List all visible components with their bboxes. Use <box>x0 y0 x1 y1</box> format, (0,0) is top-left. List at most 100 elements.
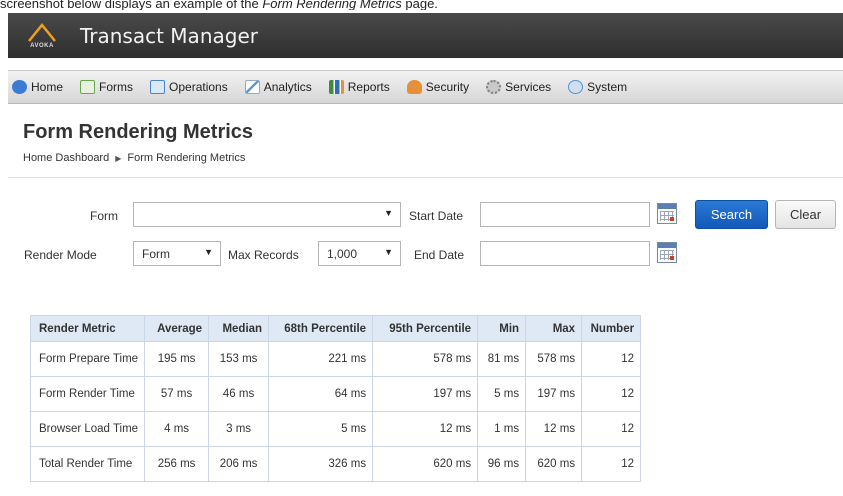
render-mode-value: Form <box>142 246 170 261</box>
table-row: Form Prepare Time 195 ms 153 ms 221 ms 5… <box>29 341 642 377</box>
dropdown-arrow-icon: ▼ <box>384 208 393 218</box>
dropdown-arrow-icon: ▼ <box>384 247 393 257</box>
end-date-label: End Date <box>414 248 465 262</box>
table-cell: 1 ms <box>477 411 527 447</box>
nav-label: Security <box>425 80 470 94</box>
nav-label: System <box>587 80 628 94</box>
operations-icon <box>150 80 166 94</box>
form-label: Form <box>90 209 118 223</box>
nav-item-services[interactable]: Services <box>486 80 551 94</box>
table-cell: 197 ms <box>372 376 479 412</box>
forms-icon <box>80 80 96 94</box>
nav-item-home[interactable]: Home <box>12 80 63 94</box>
table-cell: 46 ms <box>208 376 270 412</box>
table-cell: 12 ms <box>525 411 583 447</box>
column-header: Min <box>477 315 527 342</box>
table-cell: 578 ms <box>525 341 583 377</box>
end-date-input[interactable] <box>480 241 650 266</box>
document-caption: screenshot below displays an example of … <box>0 0 843 10</box>
home-icon <box>12 80 27 94</box>
nav-label: Operations <box>169 80 228 94</box>
nav-item-analytics[interactable]: Analytics <box>244 80 312 94</box>
table-cell: 12 <box>581 341 642 377</box>
table-cell: 620 ms <box>372 446 479 482</box>
table-row: Browser Load Time 4 ms 3 ms 5 ms 12 ms 1… <box>29 411 642 447</box>
nav-label: Home <box>31 80 64 94</box>
nav-label: Analytics <box>263 80 312 94</box>
metrics-table: Render Metric Average Median 68th Percen… <box>29 315 642 482</box>
column-header: Average <box>144 315 210 342</box>
start-date-calendar-icon[interactable] <box>657 203 677 224</box>
clear-button[interactable]: Clear <box>775 200 836 229</box>
breadcrumb-separator-icon: ▶ <box>115 153 122 163</box>
search-button[interactable]: Search <box>695 200 768 229</box>
table-cell: 5 ms <box>268 411 374 447</box>
nav-item-system[interactable]: System <box>568 80 627 94</box>
table-cell: 81 ms <box>477 341 527 377</box>
reports-icon <box>328 80 344 94</box>
table-header-row: Render Metric Average Median 68th Percen… <box>29 315 642 342</box>
render-mode-label: Render Mode <box>24 248 97 262</box>
column-header: Render Metric <box>29 315 146 342</box>
table-row: Form Render Time 57 ms 46 ms 64 ms 197 m… <box>29 376 642 412</box>
app-header: AVOKA Transact Manager <box>8 13 843 58</box>
start-date-label: Start Date <box>409 209 464 223</box>
table-cell: 64 ms <box>268 376 374 412</box>
table-cell: 12 ms <box>372 411 479 447</box>
nav-label: Reports <box>347 80 390 94</box>
page-title: Form Rendering Metrics <box>23 121 254 143</box>
table-cell: 197 ms <box>525 376 583 412</box>
main-nav: Home Forms Operations Analytics Reports … <box>8 70 843 104</box>
logo-mark-icon <box>28 23 56 42</box>
table-cell: 326 ms <box>268 446 374 482</box>
table-cell: 153 ms <box>208 341 270 377</box>
render-mode-select[interactable]: Form ▼ <box>133 241 221 266</box>
end-date-calendar-icon[interactable] <box>657 242 677 263</box>
dropdown-arrow-icon: ▼ <box>204 247 213 257</box>
analytics-icon <box>244 80 260 94</box>
table-row: Total Render Time 256 ms 206 ms 326 ms 6… <box>29 446 642 482</box>
max-records-value: 1,000 <box>327 246 358 261</box>
column-header: 68th Percentile <box>268 315 374 342</box>
table-cell: 12 <box>581 446 642 482</box>
app-title: Transact Manager <box>80 23 258 48</box>
logo-text: AVOKA <box>30 43 54 49</box>
column-header: 95th Percentile <box>372 315 479 342</box>
column-header: Median <box>208 315 270 342</box>
nav-item-forms[interactable]: Forms <box>80 80 133 94</box>
breadcrumb-current: Form Rendering Metrics <box>127 152 246 164</box>
security-icon <box>406 80 422 94</box>
table-cell: Form Render Time <box>29 376 146 412</box>
nav-item-security[interactable]: Security <box>406 80 470 94</box>
table-cell: 12 <box>581 411 642 447</box>
table-cell: 12 <box>581 376 642 412</box>
nav-item-operations[interactable]: Operations <box>150 80 228 94</box>
table-cell: 4 ms <box>144 411 210 447</box>
nav-item-reports[interactable]: Reports <box>328 80 390 94</box>
form-select[interactable]: ▼ <box>133 202 401 227</box>
breadcrumb: Home Dashboard ▶ Form Rendering Metrics <box>23 152 245 164</box>
table-cell: 57 ms <box>144 376 210 412</box>
table-cell: 620 ms <box>525 446 583 482</box>
avoka-logo[interactable]: AVOKA <box>20 13 64 58</box>
start-date-input[interactable] <box>480 202 650 227</box>
max-records-label: Max Records <box>228 248 299 262</box>
nav-label: Forms <box>99 80 134 94</box>
table-cell: 256 ms <box>144 446 210 482</box>
services-icon <box>486 80 502 94</box>
table-cell: Total Render Time <box>29 446 146 482</box>
table-cell: Form Prepare Time <box>29 341 146 377</box>
column-header: Max <box>525 315 583 342</box>
table-cell: Browser Load Time <box>29 411 146 447</box>
caption-text: screenshot below displays an example of … <box>0 0 263 10</box>
table-cell: 96 ms <box>477 446 527 482</box>
table-cell: 3 ms <box>208 411 270 447</box>
column-header: Number <box>581 315 642 342</box>
table-cell: 578 ms <box>372 341 479 377</box>
breadcrumb-home-dashboard[interactable]: Home Dashboard <box>23 152 109 164</box>
caption-suffix: page. <box>401 0 438 10</box>
table-cell: 221 ms <box>268 341 374 377</box>
caption-emphasis: Form Rendering Metrics <box>262 0 402 10</box>
table-cell: 195 ms <box>144 341 210 377</box>
max-records-select[interactable]: 1,000 ▼ <box>318 241 401 266</box>
